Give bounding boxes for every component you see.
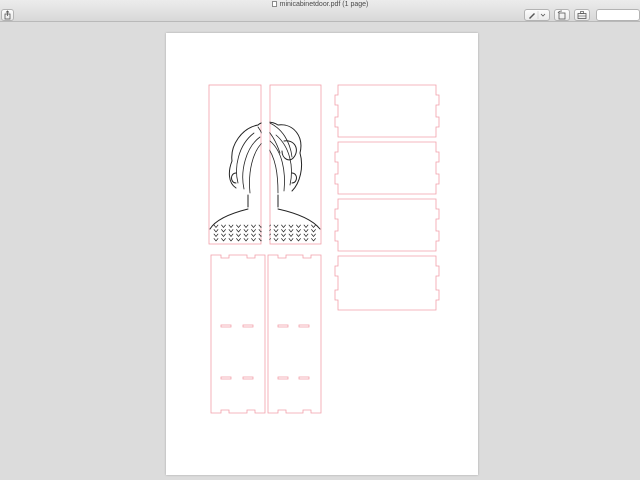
sweater-knit-mark — [303, 229, 309, 233]
side-panel-right-slot — [277, 376, 289, 380]
sweater-knit-mark — [228, 229, 234, 233]
search-input[interactable] — [596, 9, 640, 21]
sweater-knit-mark — [251, 229, 256, 233]
sweater-knit-mark — [296, 229, 301, 233]
side-panel-right-slot — [277, 324, 289, 328]
sweater-knit-mark — [251, 233, 256, 238]
sweater-knit-mark — [303, 238, 309, 242]
sweater-knit-mark — [236, 233, 241, 238]
sweater-knit-mark — [296, 233, 301, 238]
sweater-knit-mark — [281, 229, 286, 233]
sweater-knit-mark — [221, 233, 226, 238]
shelf-panel-2 — [334, 141, 440, 195]
sweater-knit-mark — [236, 229, 241, 233]
share-icon — [4, 10, 11, 20]
pdf-document-icon — [271, 1, 277, 7]
sweater-knit-mark — [236, 224, 241, 229]
rotate-icon — [557, 10, 566, 20]
side-panel-left-slot — [242, 324, 254, 328]
markup-toolbar-button[interactable] — [524, 9, 550, 21]
sweater-knit-mark — [273, 224, 279, 229]
chevron-down-icon — [540, 13, 546, 17]
sweater-knit-mark — [243, 229, 249, 233]
side-panel-right-slot — [298, 376, 310, 380]
sweater-knit-mark — [228, 233, 234, 238]
side-panel-right-slot — [298, 324, 310, 328]
sweater-knit-mark — [213, 233, 219, 238]
sweater-knit-mark — [228, 224, 234, 229]
sweater-knit-mark — [213, 238, 219, 242]
sweater-knit-mark — [303, 233, 309, 238]
pen-icon — [529, 11, 546, 19]
sweater-knit-mark — [303, 224, 309, 229]
sweater-knit-mark — [311, 238, 316, 242]
sweater-knit-mark — [296, 224, 301, 229]
side-panel-left — [210, 254, 266, 414]
ear-left — [231, 172, 237, 184]
door-panel-right — [269, 84, 322, 245]
sweater-knit-mark — [213, 229, 219, 233]
toolbox-icon — [577, 11, 587, 19]
sweater-knit-mark — [228, 238, 234, 242]
side-panel-left-slot — [220, 324, 232, 328]
sweater-knit-mark — [311, 224, 316, 229]
ear-right — [291, 172, 297, 184]
pdf-page-drawing — [208, 84, 440, 414]
window-titlebar: minicabinetdoor.pdf (1 page) — [0, 0, 640, 22]
pdf-page — [166, 33, 478, 475]
sweater-knit-mark — [221, 229, 226, 233]
sweater-knit-mark — [288, 224, 294, 229]
side-panel-right-outline — [267, 254, 322, 414]
sweater-knit-mark — [288, 233, 294, 238]
sweater-knit-mark — [288, 238, 294, 242]
shelf-panel-3 — [334, 198, 440, 252]
sweater-knit-mark — [311, 229, 316, 233]
toolbox-button[interactable] — [574, 9, 590, 21]
hair-strand-2 — [242, 136, 261, 190]
sweater-knit-mark — [288, 229, 294, 233]
side-panel-left-slot — [220, 376, 232, 380]
sweater-knit-mark — [221, 224, 226, 229]
sweater-knit-mark — [213, 224, 219, 229]
sweater-knit-mark — [281, 233, 286, 238]
sweater-knit-mark — [311, 233, 316, 238]
sweater-knit-mark — [281, 224, 286, 229]
share-button[interactable] — [1, 9, 14, 21]
sweater-knit-mark — [273, 233, 279, 238]
sweater-knit-mark — [273, 229, 279, 233]
shelf-panel-1 — [334, 84, 440, 138]
side-panel-left-outline — [210, 254, 266, 414]
hair-strand-5 — [269, 140, 285, 192]
sweater-knit-mark — [243, 224, 249, 229]
rotate-button[interactable] — [554, 9, 570, 21]
sweater-knit-mark — [243, 233, 249, 238]
sweater-knit-mark — [236, 238, 241, 242]
sweater-knit-mark — [251, 238, 256, 242]
sweater-knit-mark — [273, 238, 279, 242]
side-panel-left-slot — [242, 376, 254, 380]
door-panel-left — [208, 84, 262, 245]
side-panel-right — [267, 254, 322, 414]
sweater-knit-mark — [251, 224, 256, 229]
sweater-knit-mark — [243, 238, 249, 242]
hair-strand-1 — [236, 132, 255, 184]
window-title: minicabinetdoor.pdf (1 page) — [0, 1, 640, 8]
sweater-knit-mark — [281, 238, 286, 242]
panel-gap — [261, 86, 270, 244]
shelf-panel-4 — [334, 255, 440, 311]
sweater-knit-mark — [296, 238, 301, 242]
sweater-knit-mark — [221, 238, 226, 242]
window-title-text: minicabinetdoor.pdf (1 page) — [279, 1, 369, 8]
